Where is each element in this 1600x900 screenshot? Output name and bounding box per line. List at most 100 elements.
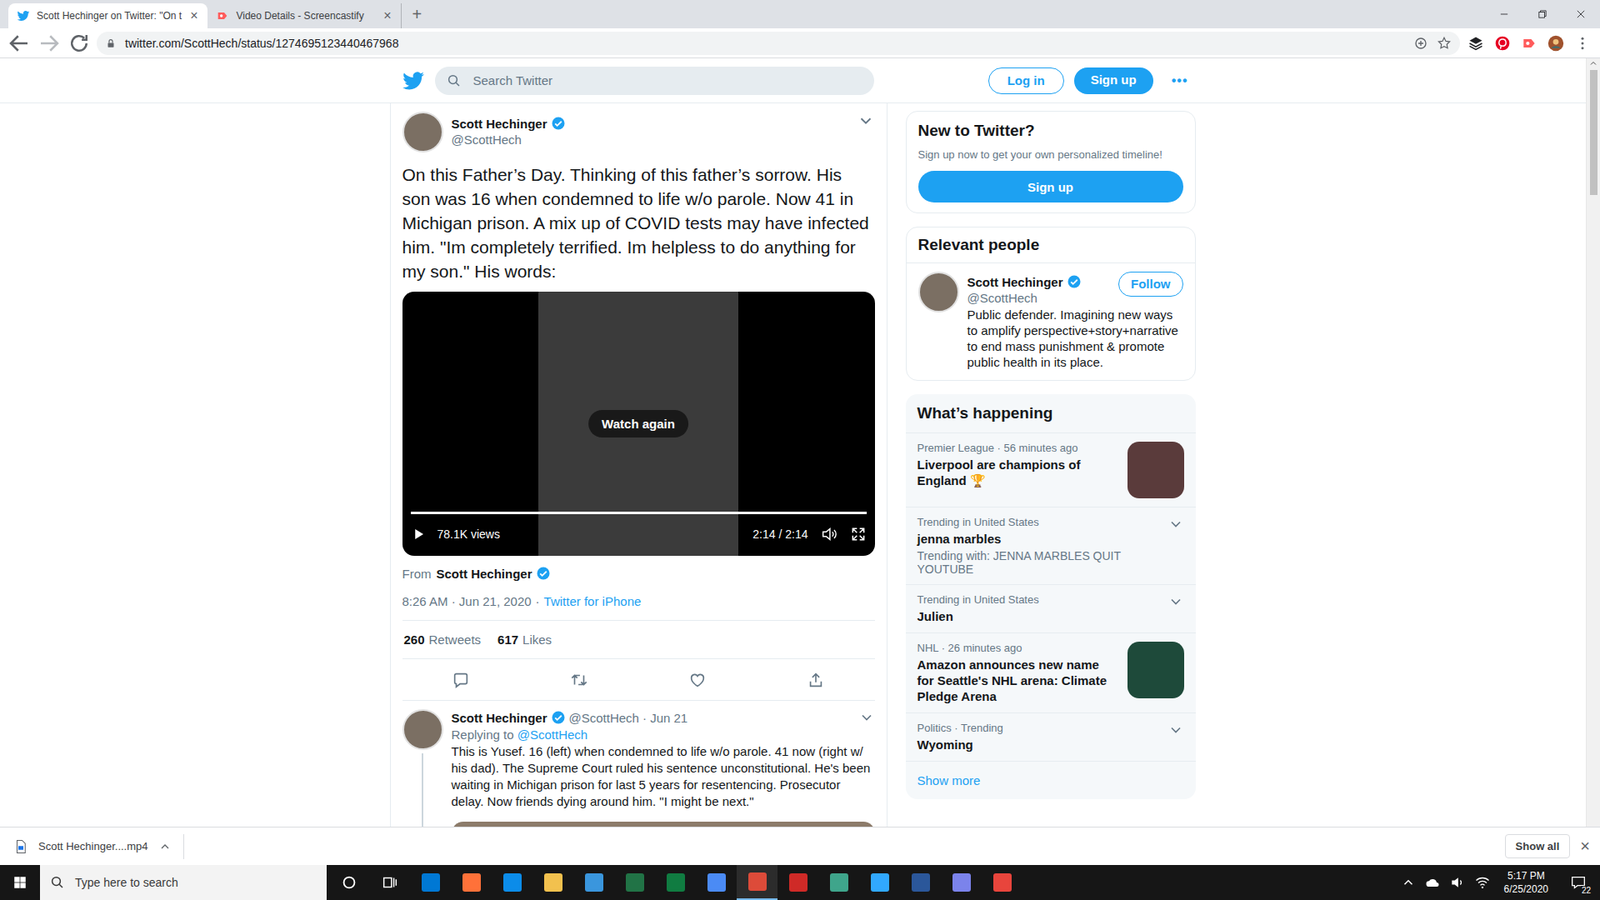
video-player[interactable]: Watch again78.1K views2:14 / 2:14 xyxy=(402,291,875,556)
download-menu-chevron-icon[interactable] xyxy=(158,840,172,854)
scroll-thumb[interactable] xyxy=(1590,70,1598,195)
reply-icon[interactable] xyxy=(451,670,470,690)
taskbar-app[interactable] xyxy=(900,865,941,900)
browser-tab[interactable]: Video Details - Screencastify× xyxy=(207,3,402,29)
notification-button[interactable]: 22 xyxy=(1561,865,1595,900)
video-progress-track[interactable] xyxy=(410,511,867,515)
timestamp[interactable]: 8:26 AM · Jun 21, 2020 xyxy=(402,594,532,609)
reply-avatar[interactable] xyxy=(402,709,444,750)
close-download-bar-button[interactable]: × xyxy=(1580,836,1590,856)
new-tab-button[interactable]: + xyxy=(401,0,432,29)
reply-menu-chevron-icon[interactable] xyxy=(858,709,875,726)
watch-again-button[interactable]: Watch again xyxy=(588,410,689,438)
menu-dots-icon[interactable] xyxy=(1571,32,1594,55)
onedrive-cloud-icon[interactable] xyxy=(1424,874,1441,891)
tab-close-button[interactable]: × xyxy=(188,8,200,24)
scrollbar[interactable] xyxy=(1585,58,1600,827)
reload-icon[interactable] xyxy=(66,30,92,56)
install-icon[interactable] xyxy=(1413,35,1429,51)
signup-button[interactable]: Sign up xyxy=(918,170,1184,203)
search-box[interactable] xyxy=(435,66,875,95)
reply-handle[interactable]: @ScottHech xyxy=(569,710,640,725)
trend-item[interactable]: Trending in United Statesjenna marblesTr… xyxy=(905,506,1196,585)
taskbar-app[interactable] xyxy=(573,865,615,900)
heart-icon[interactable] xyxy=(688,670,707,690)
screencastify-extension-icon[interactable] xyxy=(1518,32,1540,55)
download-item[interactable]: Scott Hechinger....mp4 xyxy=(13,834,185,860)
play-icon[interactable] xyxy=(410,526,426,542)
forward-arrow-icon[interactable] xyxy=(36,30,62,56)
signup-button[interactable]: Sign up xyxy=(1074,67,1154,95)
trend-item[interactable]: NHL · 26 minutes agoAmazon announces new… xyxy=(905,632,1196,713)
author-name[interactable]: Scott Hechinger xyxy=(451,116,548,131)
address-bar[interactable]: twitter.com/ScottHech/status/12746951234… xyxy=(96,31,1460,55)
person-avatar[interactable] xyxy=(918,271,960,313)
trend-item[interactable]: Premier League · 56 minutes agoLiverpool… xyxy=(905,432,1196,507)
like-label: Likes xyxy=(522,632,552,647)
taskbar-app[interactable] xyxy=(655,865,696,900)
tweet-menu-chevron-icon[interactable] xyxy=(856,111,875,130)
taskbar-app[interactable] xyxy=(736,865,778,900)
layers-extension-icon[interactable] xyxy=(1465,32,1487,55)
taskbar-app[interactable] xyxy=(859,865,900,900)
login-button[interactable]: Log in xyxy=(988,67,1065,95)
trend-item[interactable]: Trending in United StatesJulien xyxy=(905,584,1196,633)
minimize-icon[interactable] xyxy=(1485,0,1524,29)
browser-tab[interactable]: Scott Hechinger on Twitter: "On t× xyxy=(8,3,208,29)
fullscreen-icon[interactable] xyxy=(850,525,867,543)
taskbar-app[interactable] xyxy=(450,865,492,900)
tab-close-button[interactable]: × xyxy=(381,8,393,24)
download-file-name[interactable]: Scott Hechinger....mp4 xyxy=(38,840,149,853)
trend-item[interactable]: Politics · TrendingWyoming xyxy=(905,712,1196,761)
restore-icon[interactable] xyxy=(1523,0,1562,29)
person-name[interactable]: Scott Hechinger xyxy=(967,275,1064,290)
cortana-button[interactable] xyxy=(328,865,370,900)
search-input[interactable] xyxy=(471,72,863,89)
taskbar-app[interactable] xyxy=(818,865,860,900)
retweet-stat[interactable]: 260Retweets xyxy=(404,632,482,647)
author-avatar[interactable] xyxy=(402,111,444,153)
tray-arrow-icon[interactable] xyxy=(1400,875,1416,890)
trend-chevron-icon[interactable] xyxy=(1167,515,1185,533)
taskbar-app[interactable] xyxy=(410,865,451,900)
person-handle[interactable]: @ScottHech xyxy=(967,290,1113,305)
pinterest-icon[interactable] xyxy=(1491,32,1514,55)
more-button[interactable]: ••• xyxy=(1163,73,1197,89)
scroll-up-icon[interactable] xyxy=(1588,58,1599,69)
taskbar-app[interactable] xyxy=(532,865,574,900)
tweet-source[interactable]: Twitter for iPhone xyxy=(544,594,642,609)
taskbar-app[interactable] xyxy=(614,865,655,900)
from-author[interactable]: Scott Hechinger xyxy=(436,566,533,581)
profile-avatar-icon[interactable] xyxy=(1545,32,1567,55)
bookmark-star-icon[interactable] xyxy=(1436,35,1452,51)
volume-icon[interactable] xyxy=(820,525,839,544)
reply-author[interactable]: Scott Hechinger xyxy=(451,710,548,725)
show-all-button[interactable]: Show all xyxy=(1505,834,1571,859)
taskbar-search[interactable]: Type here to search xyxy=(40,865,327,900)
taskbar-app[interactable] xyxy=(695,865,737,900)
replying-handle[interactable]: @ScottHech xyxy=(517,727,588,742)
back-arrow-icon[interactable] xyxy=(6,30,32,56)
twitter-logo-icon[interactable] xyxy=(401,69,425,93)
trend-chevron-icon[interactable] xyxy=(1167,721,1185,739)
share-icon[interactable] xyxy=(806,670,825,690)
show-more-link[interactable]: Show more xyxy=(905,760,1196,800)
retweet-icon[interactable] xyxy=(570,670,589,690)
windows-start-icon[interactable] xyxy=(0,865,40,900)
taskbar-app[interactable] xyxy=(491,865,533,900)
taskbar-app[interactable] xyxy=(940,865,982,900)
task-view-button[interactable] xyxy=(369,865,410,900)
follow-button[interactable]: Follow xyxy=(1118,271,1184,297)
url-text[interactable]: twitter.com/ScottHech/status/12746951234… xyxy=(125,36,1405,50)
author-handle[interactable]: @ScottHech xyxy=(451,132,849,147)
taskbar-app[interactable] xyxy=(777,865,819,900)
taskbar-app[interactable] xyxy=(981,865,1023,900)
clock[interactable]: 5:17 PM6/25/2020 xyxy=(1499,869,1554,896)
wifi-icon[interactable] xyxy=(1474,874,1491,891)
reply-date[interactable]: · Jun 21 xyxy=(642,710,688,725)
trend-chevron-icon[interactable] xyxy=(1167,593,1185,610)
like-stat[interactable]: 617Likes xyxy=(497,632,552,647)
speaker-icon[interactable] xyxy=(1449,874,1466,891)
close-window-icon[interactable] xyxy=(1561,0,1600,29)
taskbar-search-text[interactable]: Type here to search xyxy=(75,875,179,890)
